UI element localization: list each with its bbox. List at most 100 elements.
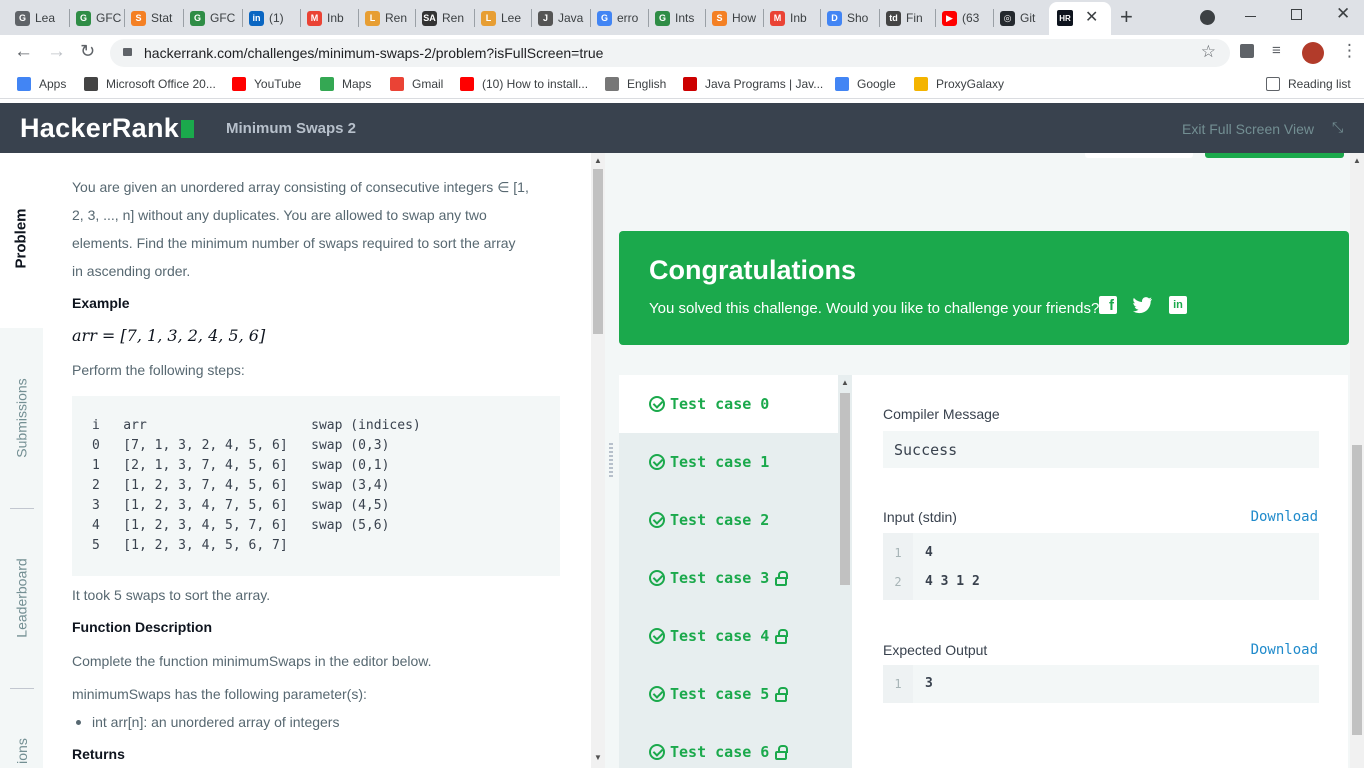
close-window-icon[interactable]: ✕ [1336, 4, 1350, 24]
problem-scrollbar[interactable]: ▲ ▼ [591, 153, 605, 768]
bookmark-item[interactable]: Gmail [390, 77, 443, 91]
test-case-label: Test case 4 [670, 627, 770, 645]
browser-tab[interactable]: L Lee [481, 6, 531, 30]
input-download-link[interactable]: Download [1251, 509, 1318, 525]
test-case-item[interactable]: Test case 4 [619, 607, 838, 665]
twitter-icon[interactable] [1133, 297, 1153, 314]
minimize-icon[interactable] [1245, 16, 1256, 17]
bookmark-item[interactable]: Maps [320, 77, 371, 91]
bookmark-item[interactable]: Microsoft Office 20... [84, 77, 216, 91]
browser-tab[interactable]: M Inb [770, 6, 820, 30]
tab-label: Sho [847, 11, 869, 25]
profile-avatar[interactable] [1302, 42, 1324, 64]
browser-tab[interactable]: S Stat [131, 6, 181, 30]
close-tab-icon[interactable]: ✕ [1085, 7, 1098, 27]
tab-separator [300, 9, 301, 27]
browser-tab[interactable]: SA Ren [422, 6, 472, 30]
forward-icon[interactable]: → [47, 41, 66, 63]
browser-tab[interactable]: M Inb [307, 6, 357, 30]
bookmark-item[interactable]: Google [835, 77, 896, 91]
tab-separator [183, 9, 184, 27]
example-heading: Example [72, 295, 130, 311]
browser-tab[interactable]: G GFC [190, 6, 240, 30]
address-bar[interactable]: hackerrank.com/challenges/minimum-swaps-… [110, 39, 1230, 67]
bookmark-label: (10) How to install... [482, 77, 589, 91]
browser-menu-icon[interactable]: ⋮ [1341, 41, 1358, 61]
tab-discussions[interactable]: ions [0, 731, 43, 771]
reload-icon[interactable]: ↻ [80, 41, 95, 62]
facebook-icon[interactable]: f [1099, 296, 1117, 314]
browser-tab[interactable]: td Fin [886, 6, 936, 30]
logo-text: HackerRank [20, 113, 180, 143]
test-case-item[interactable]: Test case 3 [619, 549, 838, 607]
browser-tab[interactable]: L Ren [365, 6, 415, 30]
media-control-icon[interactable]: ≡ [1272, 42, 1281, 59]
test-case-scrollbar[interactable]: ▲ [838, 375, 852, 768]
tab-favicon-icon: ◎ [1000, 10, 1015, 26]
scrollbar-thumb[interactable] [840, 393, 850, 585]
test-case-item[interactable]: Test case 1 [619, 433, 838, 491]
bookmark-item[interactable]: ProxyGalaxy [914, 77, 1004, 91]
test-case-label: Test case 5 [670, 685, 770, 703]
active-tab[interactable]: HR ✕ [1049, 2, 1111, 35]
back-icon[interactable]: ← [14, 41, 33, 63]
browser-tab[interactable]: G Lea [15, 6, 65, 30]
tab-favicon-icon: D [827, 10, 842, 26]
bookmark-star-icon[interactable]: ☆ [1201, 42, 1216, 62]
scroll-up-icon[interactable]: ▲ [594, 156, 602, 165]
tab-favicon-icon: M [770, 10, 785, 26]
test-case-list: Test case 0 Test case 1 Test case 2 Test ca… [619, 375, 838, 768]
new-tab-icon[interactable]: + [1120, 4, 1133, 30]
browser-tab[interactable]: ▶ (63 [942, 6, 992, 30]
tab-search-icon[interactable] [1200, 10, 1215, 25]
scroll-up-icon[interactable]: ▲ [1353, 156, 1361, 165]
page-scrollbar[interactable]: ▲ [1350, 153, 1364, 768]
extensions-icon[interactable] [1240, 44, 1254, 58]
browser-tab[interactable]: G GFC [76, 6, 126, 30]
browser-tab[interactable]: D Sho [827, 6, 877, 30]
test-case-item[interactable]: Test case 6 [619, 723, 838, 768]
test-case-item[interactable]: Test case 2 [619, 491, 838, 549]
input-line: 4 [925, 545, 933, 560]
bookmark-item[interactable]: Apps [17, 77, 66, 91]
browser-tab[interactable]: ◎ Git [1000, 6, 1050, 30]
check-circle-icon [649, 454, 665, 470]
bookmark-item[interactable]: (10) How to install... [460, 77, 588, 91]
scroll-up-icon[interactable]: ▲ [841, 378, 849, 387]
browser-tab[interactable]: S How [712, 6, 762, 30]
tab-submissions[interactable]: Submissions [0, 338, 43, 498]
test-case-label: Test case 0 [670, 395, 770, 413]
tab-problem[interactable]: Problem [0, 173, 43, 303]
tab-favicon-icon: G [597, 10, 612, 26]
function-text: Complete the function minimumSwaps in th… [72, 653, 432, 669]
steps-label: Perform the following steps: [72, 362, 245, 378]
hackerrank-logo[interactable]: HackerRank [20, 113, 195, 144]
tab-leaderboard[interactable]: Leaderboard [0, 518, 43, 678]
run-code-button[interactable] [1085, 153, 1193, 158]
browser-tab[interactable]: Gerro [597, 6, 647, 30]
scroll-down-icon[interactable]: ▼ [594, 753, 602, 762]
test-case-label: Test case 2 [670, 511, 770, 529]
output-download-link[interactable]: Download [1251, 642, 1318, 658]
test-case-item[interactable]: Test case 0 [619, 375, 838, 433]
scrollbar-thumb[interactable] [1352, 445, 1362, 735]
linkedin-icon[interactable]: in [1169, 296, 1187, 314]
tab-favicon-icon: G [190, 10, 205, 26]
browser-tab[interactable]: G Ints [655, 6, 705, 30]
reading-list-button[interactable]: Reading list [1266, 77, 1351, 91]
browser-tab[interactable]: in (1) [249, 6, 299, 30]
maximize-icon[interactable] [1291, 9, 1302, 20]
code-block: i arr swap (indices) 0 [7, 1, 3, 2, 4, 5… [72, 396, 560, 576]
exit-fullscreen-link[interactable]: Exit Full Screen View [1182, 121, 1314, 137]
intro-line: You are given an unordered array consist… [72, 179, 529, 195]
bookmark-item[interactable]: YouTube [232, 77, 301, 91]
scrollbar-thumb[interactable] [593, 169, 603, 334]
tab-separator [474, 9, 475, 27]
submit-code-button[interactable] [1205, 153, 1344, 158]
bookmark-item[interactable]: English [605, 77, 666, 91]
bookmark-item[interactable]: Java Programs | Jav... [683, 77, 823, 91]
browser-tab[interactable]: J Java [538, 6, 588, 30]
test-case-item[interactable]: Test case 5 [619, 665, 838, 723]
exit-fullscreen-icon[interactable]: ⤡ [1332, 119, 1343, 136]
resize-handle-icon[interactable] [609, 443, 613, 477]
